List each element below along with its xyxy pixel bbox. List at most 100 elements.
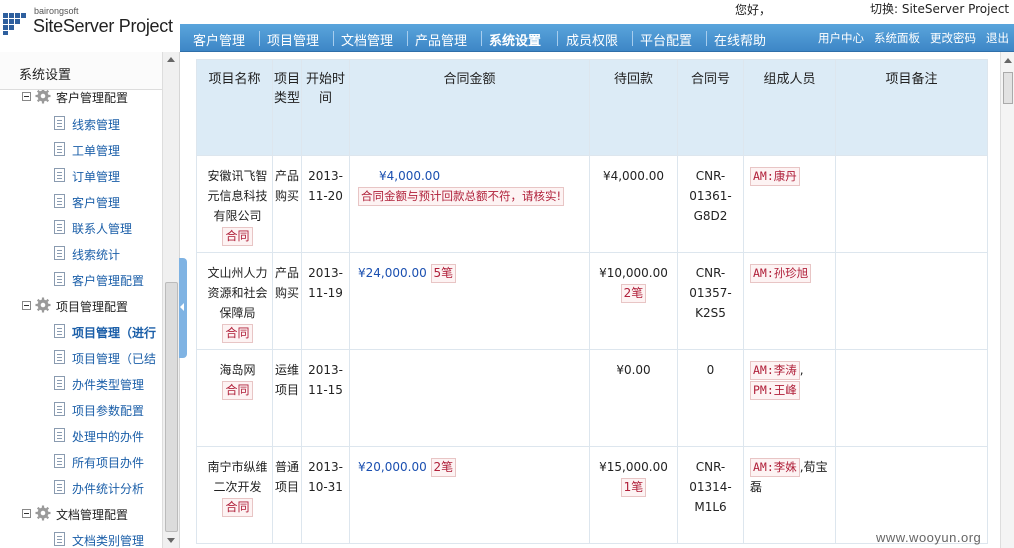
col-header-note[interactable]: 项目备注 [835,59,988,156]
collapse-icon[interactable] [22,301,31,310]
cell-contract-no: CNR-01357-K2S5 [677,252,744,350]
tree-item-all-tasks[interactable]: 所有项目办件 [54,453,162,473]
document-icon [54,194,65,208]
nav-separator [333,31,334,46]
col-header-name[interactable]: 项目名称 [196,59,273,156]
cell-contract-amount: ¥24,000.00 5笔 [349,252,590,350]
table-row[interactable]: 文山州人力资源和社会保障局合同 产品购买 2013-11-19 ¥24,000.… [196,252,988,350]
payment-count-tag[interactable]: 2笔 [430,458,457,477]
tree-item-ticket-manage[interactable]: 工单管理 [54,141,162,161]
amount-warning: 合同金额与预计回款总额不符，请核实! [358,187,565,206]
contract-tag[interactable]: 合同 [222,498,253,517]
col-header-contract-amount[interactable]: 合同金额 [349,59,590,156]
table-header-row: 项目名称 项目类型 开始时间 合同金额 待回款 合同号 组成人员 项目备注 [196,59,988,156]
tree-item-customer-config[interactable]: 客户管理配置 [54,271,162,291]
gear-icon [35,297,51,313]
tree-item-lead-stats[interactable]: 线索统计 [54,245,162,265]
scroll-up-arrow-icon[interactable] [167,57,175,62]
payment-count-tag[interactable]: 5笔 [430,264,457,283]
col-header-contract-no[interactable]: 合同号 [677,59,744,156]
nav-system-settings[interactable]: 系统设置 [489,30,541,49]
tree-group-customer[interactable]: 客户管理配置 [22,90,162,108]
contract-amount-link[interactable]: ¥24,000.00 [358,266,427,280]
contract-amount-link[interactable]: ¥20,000.00 [358,460,427,474]
cell-pending-payment: ¥10,000.00 2笔 [589,252,678,350]
tree-item-task-type[interactable]: 办件类型管理 [54,375,162,395]
cell-note [835,446,988,544]
tree-item-project-ongoing[interactable]: 项目管理（进行 [54,323,162,343]
project-name-link[interactable]: 安徽讯飞智元信息科技有限公司 [207,169,267,223]
contract-tag[interactable]: 合同 [222,324,253,343]
project-switch[interactable]: 切换: SiteServer Project [870,0,1009,17]
pending-count-tag[interactable]: 1笔 [620,478,647,497]
nav-logout[interactable]: 退出 [986,30,1009,46]
collapse-icon[interactable] [22,509,31,518]
tree-item-order-manage[interactable]: 订单管理 [54,167,162,187]
nav-separator [259,31,260,46]
nav-member-permission[interactable]: 成员权限 [566,30,618,49]
document-icon [54,246,65,260]
col-header-start-date[interactable]: 开始时间 [301,59,350,156]
logo-grid-icon [2,12,30,36]
member-tag[interactable]: AM:李涛 [750,361,800,380]
pending-amount: ¥15,000.00 [599,460,668,474]
app-logo[interactable]: bairongsoft SiteServer Project [0,4,180,40]
cell-note [835,252,988,350]
collapse-icon[interactable] [22,92,31,101]
nav-product[interactable]: 产品管理 [415,30,467,49]
nav-change-password[interactable]: 更改密码 [930,30,976,46]
member-tag[interactable]: AM:康丹 [750,167,800,186]
col-header-pending-payment[interactable]: 待回款 [589,59,678,156]
nav-system-panel[interactable]: 系统面板 [874,30,920,46]
document-icon [54,480,65,494]
nav-user-center[interactable]: 用户中心 [818,30,864,46]
logo-title: SiteServer Project [33,16,173,36]
project-name-link[interactable]: 文山州人力资源和社会保障局 [207,266,267,320]
scroll-up-arrow-icon[interactable] [1004,58,1012,63]
cell-project-name: 海岛网 合同 [196,349,273,447]
tree-item-customer-manage[interactable]: 客户管理 [54,193,162,213]
scrollbar-thumb[interactable] [165,282,178,532]
contract-tag[interactable]: 合同 [222,227,253,246]
tree-group-document[interactable]: 文档管理配置 [22,505,162,525]
tree-item-task-stats[interactable]: 办件统计分析 [54,479,162,499]
tree-item-doc-category[interactable]: 文档类别管理 [54,531,162,548]
nav-platform-config[interactable]: 平台配置 [640,30,692,49]
nav-separator [407,31,408,46]
sidebar: 系统设置 客户管理配置 线索管理 工单管理 订单管理 客户管理 联系人管理 线索… [0,52,180,548]
tree-item-contact-manage[interactable]: 联系人管理 [54,219,162,239]
table-row[interactable]: 南宁市纵维二次开发合同 普通项目 2013-10-31 ¥20,000.00 2… [196,446,988,544]
tree-item-project-closed[interactable]: 项目管理（已结 [54,349,162,369]
project-name-link[interactable]: 南宁市纵维二次开发 [207,460,267,494]
pending-count-tag[interactable]: 2笔 [620,284,647,303]
tree-item-lead-manage[interactable]: 线索管理 [54,115,162,135]
cell-contract-no: CNR-01361-G8D2 [677,155,744,253]
cell-start-date: 2013-11-19 [301,252,350,350]
project-name-link[interactable]: 海岛网 [207,360,268,380]
col-header-type[interactable]: 项目类型 [272,59,302,156]
member-tag[interactable]: AM:李姝 [750,458,800,477]
tree-item-project-params[interactable]: 项目参数配置 [54,401,162,421]
document-icon [54,454,65,468]
nav-project[interactable]: 项目管理 [267,30,319,49]
nav-customer[interactable]: 客户管理 [193,30,245,49]
tree-item-tasks-in-progress[interactable]: 处理中的办件 [54,427,162,447]
cell-project-name: 文山州人力资源和社会保障局合同 [196,252,273,350]
sidebar-scrollbar[interactable] [162,52,179,548]
member-tag[interactable]: AM:孙珍旭 [750,264,812,283]
table-row[interactable]: 安徽讯飞智元信息科技有限公司合同 产品购买 2013-11-20 ¥4,000.… [196,155,988,253]
contract-amount-link[interactable]: ¥4,000.00 [379,169,440,183]
table-scrollbar[interactable] [1000,52,1014,548]
cell-members: AM:康丹 [743,155,836,253]
col-header-members[interactable]: 组成人员 [743,59,836,156]
scrollbar-thumb[interactable] [1003,72,1013,104]
tree-group-project[interactable]: 项目管理配置 [22,297,162,317]
nav-online-help[interactable]: 在线帮助 [714,30,766,49]
member-tag[interactable]: PM:王峰 [750,381,800,400]
cell-pending-payment: ¥0.00 [589,349,678,447]
sidebar-collapse-handle[interactable] [179,258,187,358]
table-row[interactable]: 海岛网 合同 运维项目 2013-11-15 ¥0.00 0 AM:李涛, PM:… [196,349,988,447]
contract-tag[interactable]: 合同 [222,381,253,400]
scroll-down-arrow-icon[interactable] [167,538,175,543]
nav-document[interactable]: 文档管理 [341,30,393,49]
